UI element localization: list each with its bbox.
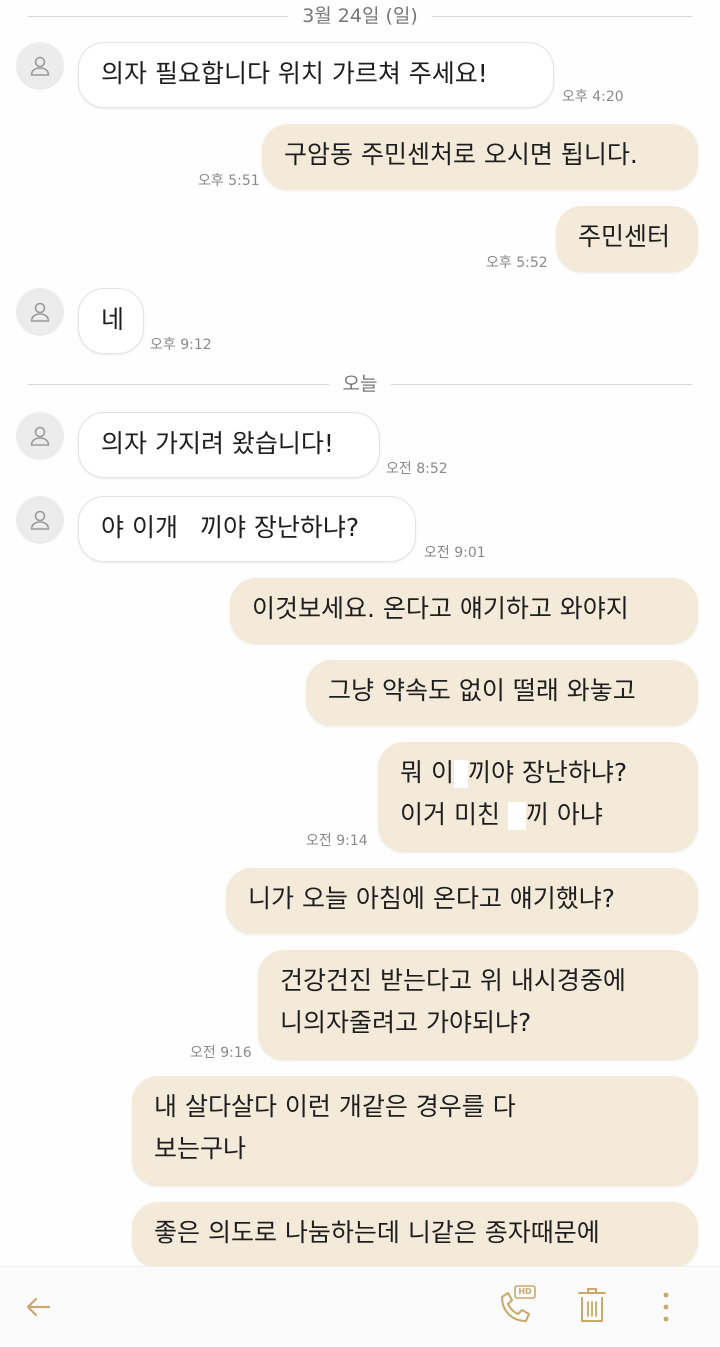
bottom-toolbar: HD (0, 1266, 720, 1347)
hd-call-icon[interactable]: HD (496, 1283, 538, 1327)
person-icon (30, 56, 50, 76)
message-time: 오후 9:12 (150, 337, 212, 353)
avatar[interactable] (16, 412, 64, 460)
message-bubble-incoming[interactable]: 의자 가지려 왔습니다! (78, 412, 380, 478)
message-text: 좋은 의도로 나눔하는데 니같은 종자때문에 (154, 1218, 600, 1247)
redaction (453, 760, 468, 788)
message-time: 오전 9:14 (306, 833, 368, 849)
message-text: 이것보세요. 온다고 얘기하고 와야지 (252, 594, 629, 623)
message-text: 구암동 주민센처로 오시면 됩니다. (284, 140, 638, 169)
message-time: 오전 9:01 (424, 545, 486, 561)
date-label: 3월 24일 (일) (288, 5, 432, 27)
message-time: 오후 4:20 (562, 89, 624, 105)
message-text: 야 이개 (101, 513, 178, 542)
message-text: 뭐 이 (400, 758, 454, 787)
trash-icon[interactable] (576, 1285, 608, 1325)
date-label: 오늘 (328, 373, 392, 395)
message-text: 니의자줄려고 가야되냐? (280, 1008, 532, 1037)
message-text: 그냥 약속도 없이 떨래 와놓고 (328, 676, 636, 705)
message-bubble-incoming[interactable]: 의자 필요합니다 위치 가르쳐 주세요! (78, 42, 554, 108)
message-time: 오전 8:52 (386, 461, 448, 477)
arrow-left-icon[interactable] (22, 1291, 54, 1323)
message-text: 네 (101, 305, 125, 334)
redaction (507, 802, 526, 830)
redaction (177, 515, 200, 543)
message-bubble-outgoing[interactable]: 내 살다살다 이런 개같은 경우를 다 보는구나 (132, 1076, 698, 1186)
message-text: 건강건진 받는다고 위 내시경중에 (280, 966, 626, 995)
message-text: 끼야 장난하냐? (467, 758, 628, 787)
message-text: 끼야 장난하냐? (199, 513, 360, 542)
message-text: 이거 미친 (400, 800, 500, 829)
avatar[interactable] (16, 42, 64, 90)
message-text: 의자 필요합니다 위치 가르쳐 주세요! (101, 59, 488, 88)
date-divider: 오늘 (28, 372, 692, 396)
person-icon (30, 510, 50, 530)
message-text: 니가 오늘 아침에 온다고 얘기했냐? (248, 884, 616, 913)
message-time: 오후 5:51 (198, 173, 260, 189)
more-vertical-icon[interactable] (656, 1287, 676, 1327)
message-text: 주민센터 (578, 222, 671, 251)
message-time: 오전 9:16 (190, 1045, 252, 1061)
message-bubble-outgoing[interactable]: 뭐 이 끼야 장난하냐? 이거 미친 끼 아냐 (378, 742, 698, 852)
message-bubble-incoming[interactable]: 야 이개 끼야 장난하냐? (78, 496, 416, 562)
message-bubble-incoming[interactable]: 네 (78, 288, 144, 354)
message-bubble-outgoing[interactable]: 건강건진 받는다고 위 내시경중에 니의자줄려고 가야되냐? (258, 950, 698, 1060)
message-bubble-outgoing[interactable]: 주민센터 (556, 206, 698, 272)
message-bubble-outgoing[interactable]: 이것보세요. 온다고 얘기하고 와야지 (230, 578, 698, 644)
message-bubble-outgoing[interactable]: 좋은 의도로 나눔하는데 니같은 종자때문에 (132, 1202, 698, 1266)
message-text: 의자 가지려 왔습니다! (101, 429, 334, 458)
hd-badge: HD (518, 1287, 532, 1296)
avatar[interactable] (16, 288, 64, 336)
person-icon (30, 302, 50, 322)
message-text: 보는구나 (154, 1134, 247, 1163)
chat-thread[interactable]: 3월 24일 (일) 의자 필요합니다 위치 가르쳐 주세요! 오후 4:20 … (0, 0, 720, 1266)
message-bubble-outgoing[interactable]: 니가 오늘 아침에 온다고 얘기했냐? (226, 868, 698, 934)
date-divider: 3월 24일 (일) (28, 4, 692, 28)
message-text: 내 살다살다 이런 개같은 경우를 다 (154, 1092, 516, 1121)
message-bubble-outgoing[interactable]: 그냥 약속도 없이 떨래 와놓고 (306, 660, 698, 726)
message-bubble-outgoing[interactable]: 구암동 주민센처로 오시면 됩니다. (262, 124, 698, 190)
message-time: 오후 5:52 (486, 255, 548, 271)
person-icon (30, 426, 50, 446)
avatar[interactable] (16, 496, 64, 544)
message-text: 끼 아냐 (525, 800, 603, 829)
